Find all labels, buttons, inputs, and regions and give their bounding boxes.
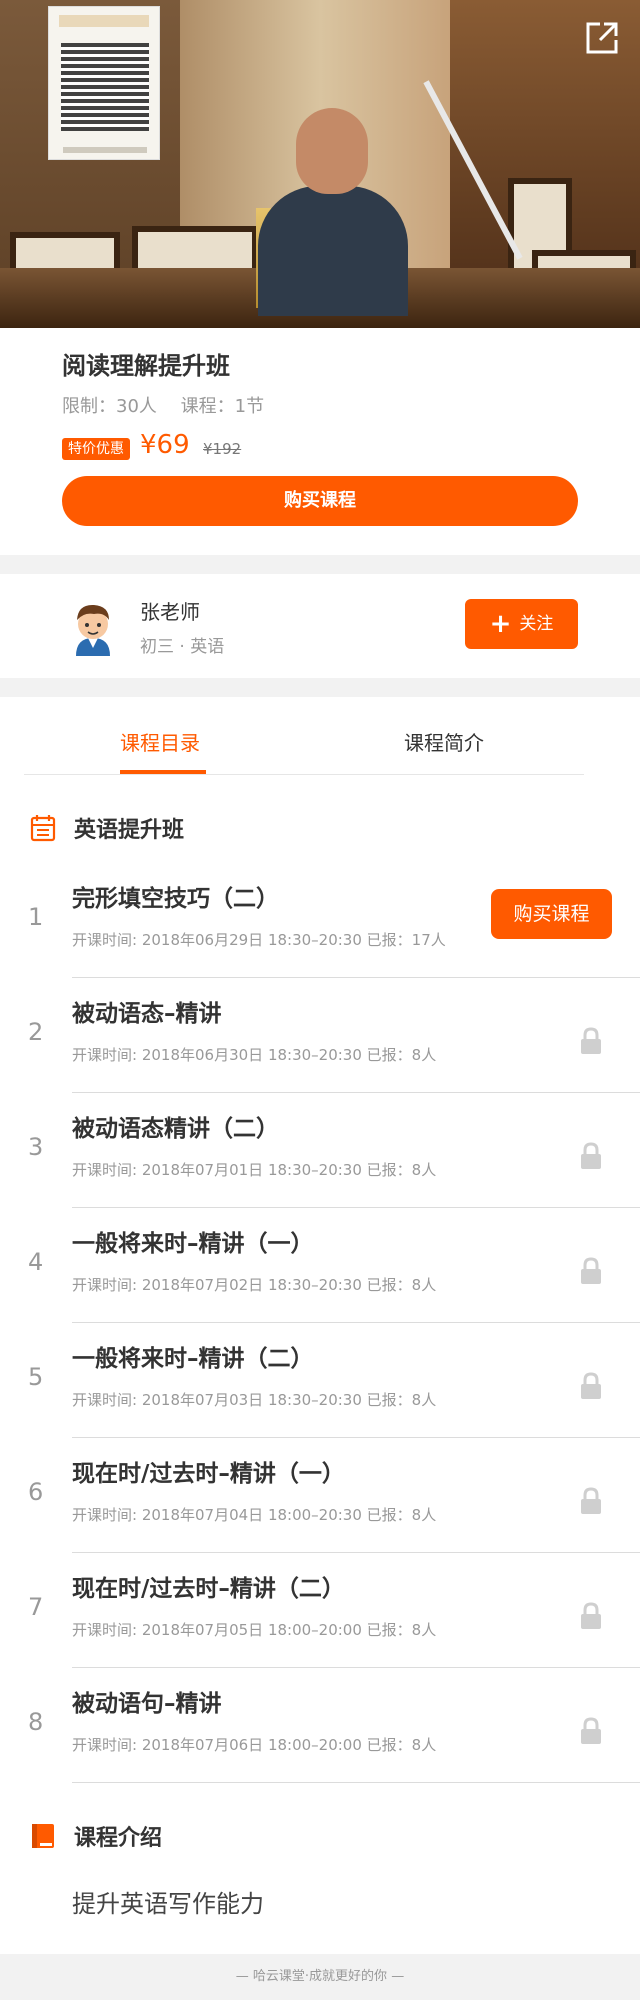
calendar-icon [30,814,56,842]
qr-code-icon [61,43,149,131]
lock-icon [578,1026,604,1056]
plus-icon: + [489,609,512,639]
lock-icon [578,1486,604,1516]
lesson-schedule: 开课时间: 2018年07月03日 18:30–20:30 已报：8人 [72,1391,437,1409]
intro-text: 提升英语写作能力 [72,1890,264,1918]
lesson-row[interactable]: 7 现在时/过去时–精讲（二） 开课时间: 2018年07月05日 18:00–20… [0,1553,640,1668]
lesson-schedule: 开课时间: 2018年07月04日 18:00–20:30 已报：8人 [72,1506,437,1524]
cartoon-avatar-icon [64,598,122,656]
lesson-title: 现在时/过去时–精讲（二） [72,1576,345,1602]
lesson-schedule: 开课时间: 2018年06月30日 18:30–20:30 已报：8人 [72,1046,437,1064]
course-info-card: 阅读理解提升班 限制：30人 课程：1节 特价优惠 ¥69 ¥192 购买课程 [0,328,640,555]
lesson-number: 4 [28,1248,44,1276]
tab-bar: 课程目录 课程简介 [24,697,584,775]
section-gap [0,555,640,574]
lesson-row[interactable]: 5 一般将来时–精讲（二） 开课时间: 2018年07月03日 18:30–20:3… [0,1323,640,1438]
tab-catalog[interactable]: 课程目录 [120,727,200,756]
follow-label: 关注 [519,614,554,634]
catalog-title: 英语提升班 [74,818,185,843]
lesson-schedule: 开课时间: 2018年06月29日 18:30–20:30 已报：17人 [72,931,446,949]
lesson-schedule: 开课时间: 2018年07月01日 18:30–20:30 已报：8人 [72,1161,437,1179]
lesson-title: 被动语态–精讲 [72,1001,222,1027]
teacher-name: 张老师 [140,600,200,624]
lesson-title: 现在时/过去时–精讲（一） [72,1461,345,1487]
share-external-icon[interactable] [582,18,622,58]
lock-icon [578,1371,604,1401]
lesson-number: 6 [28,1478,44,1506]
lesson-title: 一般将来时–精讲（一） [72,1231,314,1257]
lesson-title: 被动语态精讲（二） [72,1116,279,1142]
book-icon [30,1822,56,1850]
lesson-number: 8 [28,1708,44,1736]
lesson-number: 7 [28,1593,44,1621]
teacher-card: 张老师 初三 · 英语 + 关注 [0,574,640,678]
lesson-row[interactable]: 1 完形填空技巧（二） 开课时间: 2018年06月29日 18:30–20:30 … [0,863,640,978]
course-meta: 限制：30人 课程：1节 [62,392,282,418]
row-divider [72,1782,640,1783]
teacher-subtitle: 初三 · 英语 [140,637,225,657]
lesson-schedule: 开课时间: 2018年07月02日 18:30–20:30 已报：8人 [72,1276,437,1294]
lock-icon [578,1601,604,1631]
lock-icon [578,1141,604,1171]
lesson-schedule: 开课时间: 2018年07月06日 18:00–20:00 已报：8人 [72,1736,437,1754]
lock-icon [578,1716,604,1746]
lesson-row[interactable]: 3 被动语态精讲（二） 开课时间: 2018年07月01日 18:30–20:30 … [0,1093,640,1208]
course-cover-image [0,0,640,328]
section-gap [0,678,640,697]
lesson-row[interactable]: 6 现在时/过去时–精讲（一） 开课时间: 2018年07月04日 18:00–20… [0,1438,640,1553]
course-lesson-count: 课程：1节 [180,396,265,417]
buy-course-button[interactable]: 购买课程 [62,476,578,526]
qr-code-card [48,6,160,160]
lesson-row[interactable]: 2 被动语态–精讲开课时间: 2018年06月30日 18:30–20:30 已报… [0,978,640,1093]
buy-lesson-button[interactable]: 购买课程 [491,889,612,939]
lesson-number: 5 [28,1363,44,1391]
cover-teacher-photo [258,108,408,316]
course-price: ¥69 [140,430,190,460]
original-price: ¥192 [203,440,242,458]
tab-intro[interactable]: 课程简介 [404,727,484,756]
active-tab-indicator [120,770,206,774]
lesson-number: 1 [28,903,44,931]
intro-title: 课程介绍 [74,1826,163,1851]
lesson-schedule: 开课时间: 2018年07月05日 18:00–20:00 已报：8人 [72,1621,437,1639]
lesson-row[interactable]: 4 一般将来时–精讲（一） 开课时间: 2018年07月02日 18:30–20:3… [0,1208,640,1323]
discount-badge: 特价优惠 [62,438,130,460]
lesson-title: 一般将来时–精讲（二） [72,1346,314,1372]
lesson-number: 3 [28,1133,44,1161]
lesson-number: 2 [28,1018,44,1046]
footer-slogan: — 哈云课堂·成就更好的你 — [0,1954,640,2000]
lesson-row[interactable]: 8 被动语句–精讲开课时间: 2018年07月06日 18:00–20:00 已报… [0,1668,640,1783]
lesson-title: 被动语句–精讲 [72,1691,222,1717]
lesson-title: 完形填空技巧（二） [72,886,279,912]
course-limit: 限制：30人 [62,396,157,417]
follow-button[interactable]: + 关注 [465,599,578,649]
course-title: 阅读理解提升班 [62,352,230,380]
lock-icon [578,1256,604,1286]
